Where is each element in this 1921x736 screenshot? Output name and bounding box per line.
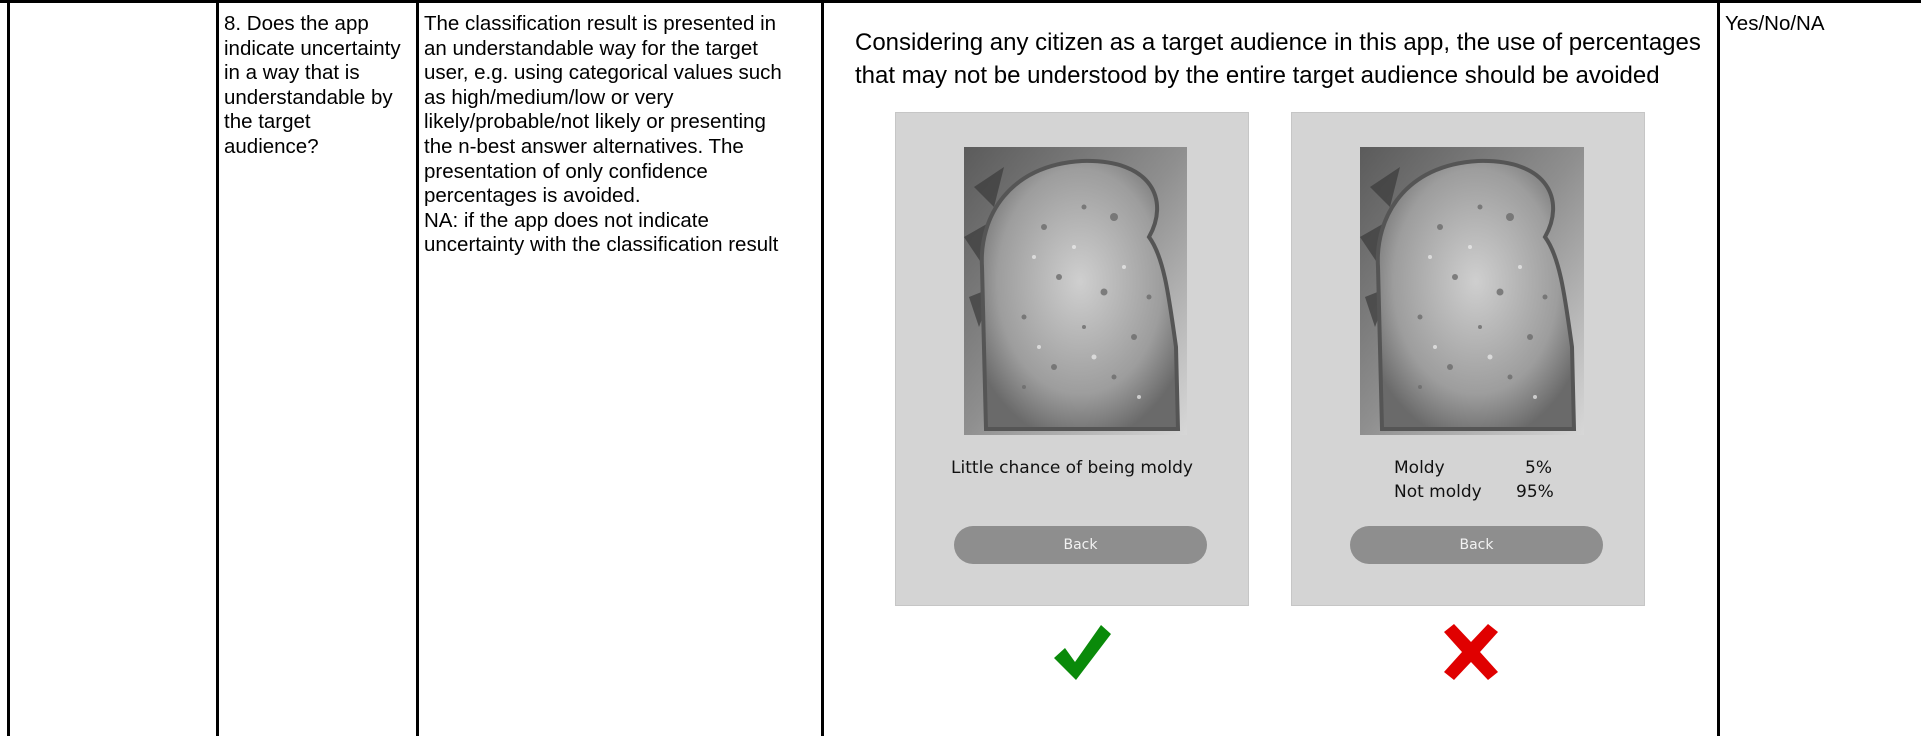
- back-button[interactable]: Back: [954, 526, 1207, 564]
- cross-icon: [1444, 624, 1498, 680]
- column-divider-2: [416, 0, 419, 736]
- answer-options-cell: Yes/No/NA: [1725, 12, 1825, 35]
- good-example-screen: Little chance of being moldy Back: [895, 112, 1249, 606]
- table-left-border: [7, 0, 10, 736]
- bread-photo: [964, 147, 1187, 435]
- result-value-moldy: 5%: [1525, 458, 1552, 478]
- bad-example-screen: Moldy 5% Not moldy 95% Back: [1291, 112, 1645, 606]
- bread-photo: [1360, 147, 1584, 435]
- example-intro-text: Considering any citizen as a target audi…: [855, 29, 1701, 89]
- table-top-border: [0, 0, 1921, 3]
- column-divider-4: [1717, 0, 1720, 736]
- back-button[interactable]: Back: [1350, 526, 1603, 564]
- likelihood-caption: Little chance of being moldy: [951, 458, 1193, 478]
- question-cell: 8. Does the app indicate uncertainty in …: [224, 12, 401, 158]
- checkmark-icon: [1054, 625, 1111, 680]
- criterion-cell: The classification result is presented i…: [424, 12, 782, 257]
- column-divider-3: [821, 0, 824, 736]
- result-value-not-moldy: 95%: [1516, 482, 1554, 502]
- result-label-not-moldy: Not moldy: [1394, 482, 1482, 502]
- column-divider-1: [216, 0, 219, 736]
- result-label-moldy: Moldy: [1394, 458, 1445, 478]
